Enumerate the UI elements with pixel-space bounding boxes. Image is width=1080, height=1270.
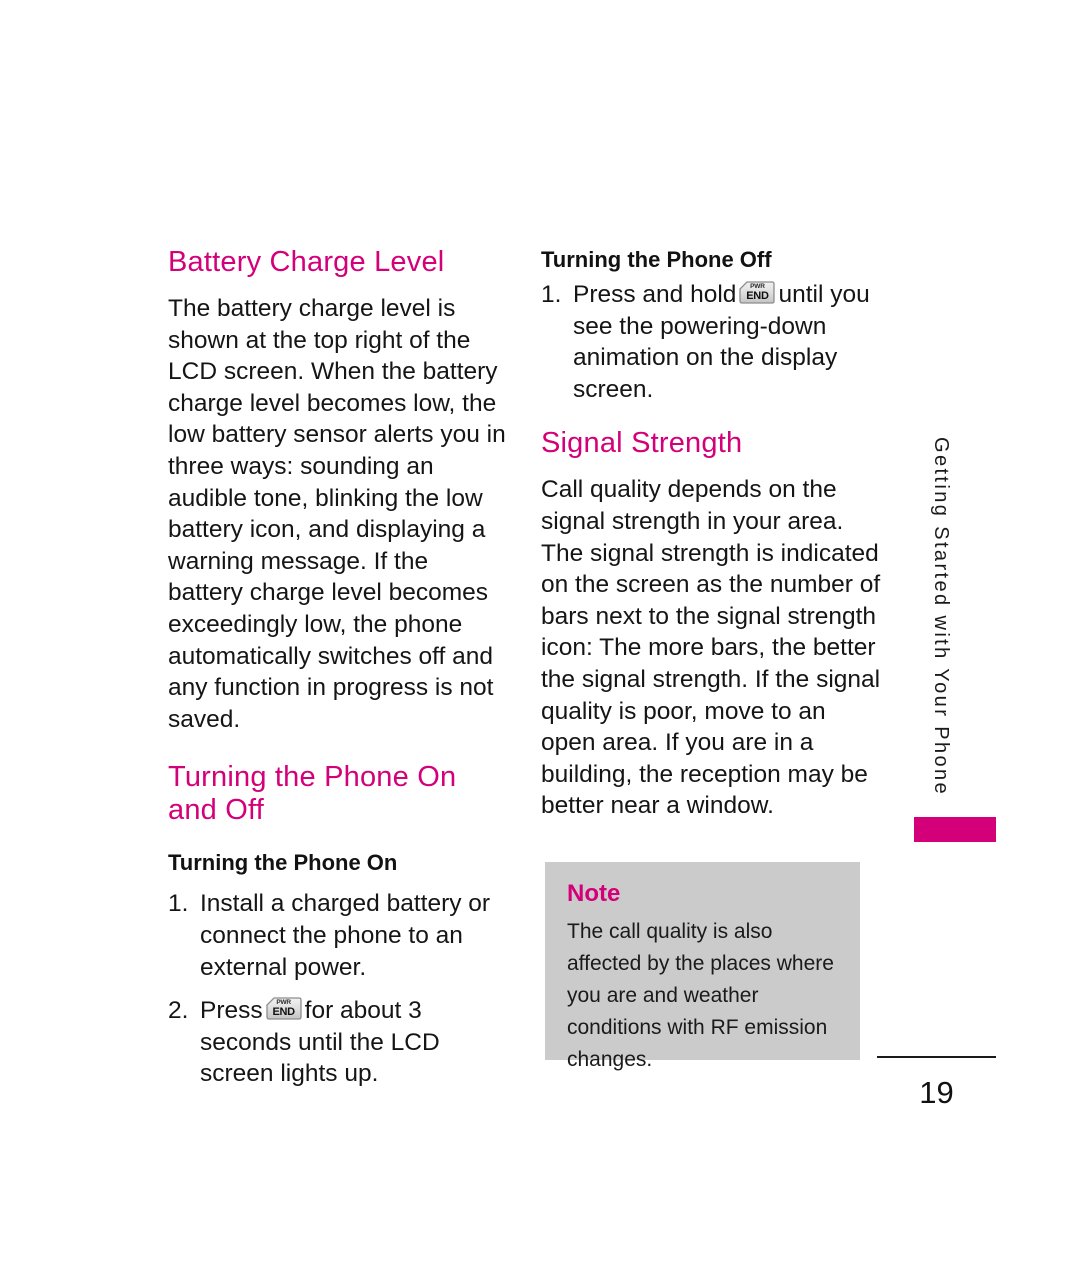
pwr-end-key-icon: PWR END [739, 281, 776, 305]
list-item: 2. Press PWR END for about 3 seconds unt… [168, 995, 506, 1090]
paragraph-signal-strength: Call quality depends on the signal stren… [541, 476, 881, 820]
key-shape [265, 997, 302, 1020]
subheading-turning-the-phone-off: Turning the Phone Off [541, 247, 772, 272]
side-tab-marker [914, 817, 996, 842]
manual-page: Battery Charge Level The battery charge … [0, 0, 1080, 1270]
steps-turning-on: 1. Install a charged battery or connect t… [168, 888, 506, 1090]
folio-rule [877, 1056, 996, 1058]
step-number: 1. [168, 890, 189, 918]
note-box: Note The call quality is also affected b… [545, 862, 860, 1071]
steps-turning-off: 1. Press and hold PWR END until you see … [541, 279, 881, 405]
note-title: Note [567, 880, 621, 907]
heading-turning-the-phone-on-and-off: Turning the Phone On and Off [168, 761, 457, 827]
paragraph-battery-charge-level: The battery charge level is shown at the… [168, 295, 506, 733]
list-item: 1. Install a charged battery or connect t… [168, 888, 506, 983]
list-item: 1. Press and hold PWR END until you see … [541, 279, 881, 405]
note-body: The call quality is also affected by the… [567, 920, 834, 1071]
right-column: Turning the Phone Off 1. Press and hold [541, 246, 881, 822]
step-text: Install a charged battery or connect the… [200, 890, 491, 981]
heading-battery-charge-level: Battery Charge Level [168, 246, 445, 278]
key-shape [739, 281, 776, 304]
heading-signal-strength: Signal Strength [541, 427, 743, 460]
left-column: Battery Charge Level The battery charge … [168, 246, 506, 1102]
step-text-before: Press and hold [573, 281, 737, 308]
pwr-end-key-icon: PWR END [265, 997, 302, 1021]
subheading-turning-the-phone-on: Turning the Phone On [168, 850, 398, 876]
side-tab-label: Getting Started with Your Phone [930, 437, 952, 797]
step-number: 2. [168, 997, 189, 1025]
page-number: 19 [919, 1075, 954, 1110]
step-text-before: Press [200, 997, 263, 1025]
step-number: 1. [541, 281, 562, 308]
